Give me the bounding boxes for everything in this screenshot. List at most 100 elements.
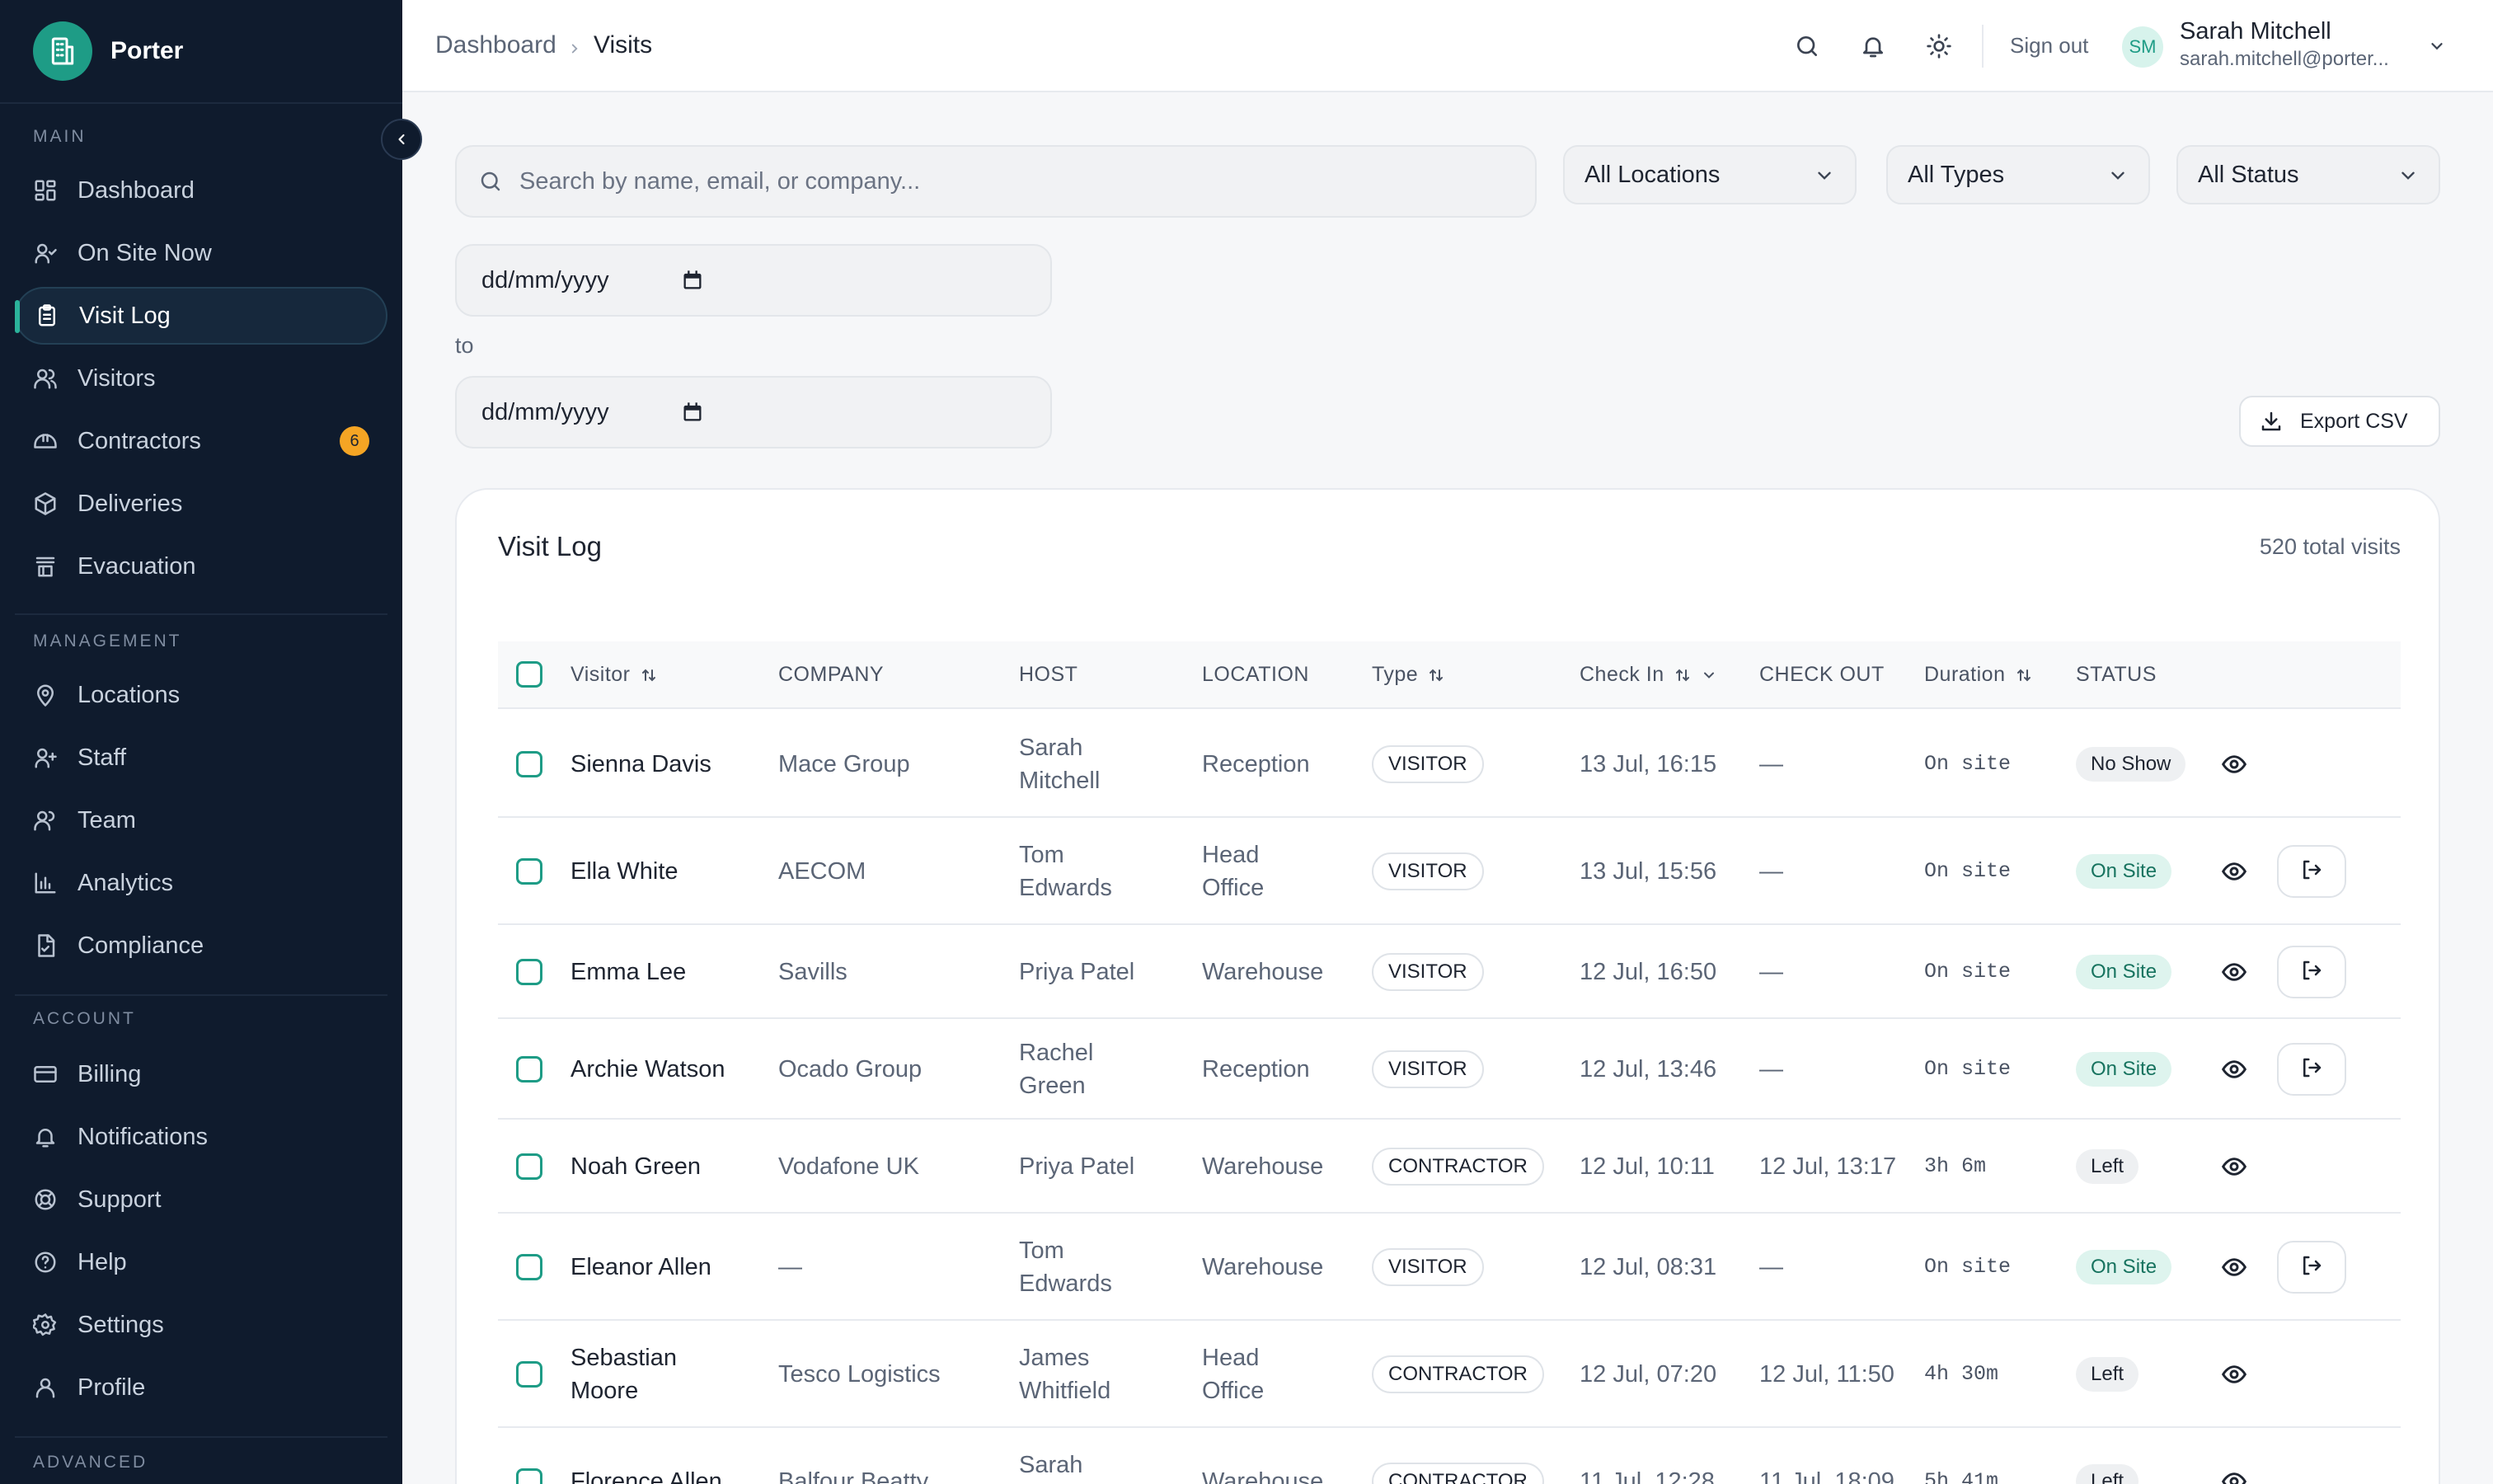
view-icon[interactable]	[2218, 1358, 2251, 1391]
search-icon[interactable]	[1791, 30, 1824, 63]
location-cell-line: Reception	[1202, 751, 1310, 777]
sidebar-item-deliveries[interactable]: Deliveries	[15, 475, 387, 533]
table-row[interactable]: Eleanor Allen — Tom Edwards Warehouse VISITOR…	[498, 1214, 2401, 1321]
company-cell: —	[778, 1254, 802, 1280]
location-cell: Warehouse	[1202, 1465, 1323, 1484]
table-row[interactable]: Sebastian Moore Tesco Logistics James Whitfi…	[498, 1321, 2401, 1428]
table-row[interactable]: Florence Allen Balfour Beatty SarahMitchel…	[498, 1428, 2401, 1484]
sort-icon	[1426, 665, 1446, 685]
sidebar-item-visit-log[interactable]: Visit Log	[15, 287, 387, 345]
sidebar-item-label: Visitors	[77, 364, 156, 392]
table-row[interactable]: Noah Green Vodafone UK Priya Patel Warehous…	[498, 1120, 2401, 1214]
row-checkbox[interactable]	[516, 1468, 542, 1484]
check-out-button[interactable]	[2277, 845, 2346, 898]
view-icon[interactable]	[2218, 956, 2251, 989]
view-icon[interactable]	[2218, 1251, 2251, 1284]
export-csv-label: Export CSV	[2300, 409, 2408, 433]
row-checkbox[interactable]	[516, 1153, 542, 1180]
check-out-button[interactable]	[2277, 1241, 2346, 1294]
view-icon[interactable]	[2218, 1150, 2251, 1183]
date-to-field[interactable]: dd/mm/yyyy	[455, 376, 1052, 448]
sidebar-item-label: Support	[77, 1186, 162, 1213]
search-box[interactable]	[455, 145, 1537, 218]
status-filter-select[interactable]: All Status	[2176, 145, 2440, 204]
chevron-down-icon[interactable]	[2420, 30, 2453, 63]
sidebar-item-evacuation[interactable]: Evacuation	[15, 538, 387, 595]
sidebar-item-help[interactable]: Help	[15, 1233, 387, 1291]
sidebar-item-staff[interactable]: Staff	[15, 729, 387, 787]
status-badge: On Site	[2076, 1250, 2172, 1284]
location-cell-line: Reception	[1202, 1056, 1310, 1082]
view-icon[interactable]	[2218, 855, 2251, 888]
sign-out-button[interactable]: Sign out	[2010, 33, 2088, 59]
check-out-button[interactable]	[2277, 1043, 2346, 1096]
sidebar-item-billing[interactable]: Billing	[15, 1045, 387, 1103]
table-row[interactable]: Sienna Davis Mace Group Sarah Mitchell Recep…	[498, 711, 2401, 818]
avatar[interactable]: SM	[2122, 26, 2163, 68]
breadcrumb-dashboard[interactable]: Dashboard	[435, 31, 556, 59]
row-checkbox[interactable]	[516, 858, 542, 885]
sidebar-item-on-site-now[interactable]: On Site Now	[15, 224, 387, 282]
sidebar-item-visitors[interactable]: Visitors	[15, 350, 387, 407]
search-input[interactable]	[519, 167, 1426, 195]
sidebar-divider	[15, 1436, 387, 1438]
users-icon	[33, 366, 58, 391]
th-visitor[interactable]: Visitor	[570, 663, 659, 687]
check-out-button[interactable]	[2277, 946, 2346, 998]
evacuation-icon	[33, 554, 58, 579]
sidebar-item-locations[interactable]: Locations	[15, 666, 387, 724]
sidebar-item-compliance[interactable]: Compliance	[15, 917, 387, 974]
row-checkbox[interactable]	[516, 1361, 542, 1388]
sidebar-item-analytics[interactable]: Analytics	[15, 854, 387, 912]
view-icon[interactable]	[2218, 1053, 2251, 1086]
row-checkbox[interactable]	[516, 1056, 542, 1082]
visitor-name: Florence Allen	[570, 1465, 722, 1484]
calendar-icon[interactable]	[681, 401, 704, 424]
th-type[interactable]: Type	[1372, 663, 1446, 687]
th-duration[interactable]: Duration	[1924, 663, 2034, 687]
chevron-down-icon	[2401, 171, 2415, 180]
view-icon[interactable]	[2218, 748, 2251, 781]
table-row[interactable]: Emma Lee Savills Priya Patel Warehouse VISIT…	[498, 925, 2401, 1019]
bell-icon[interactable]	[1857, 30, 1890, 63]
visitor-name: Eleanor Allen	[570, 1251, 711, 1284]
sidebar-item-dashboard[interactable]: Dashboard	[15, 162, 387, 219]
type-filter-select[interactable]: All Types	[1886, 145, 2150, 204]
th-check-in[interactable]: Check In	[1580, 663, 1717, 687]
export-csv-button[interactable]: Export CSV	[2239, 396, 2440, 447]
row-checkbox[interactable]	[516, 1254, 542, 1280]
sidebar-item-label: Staff	[77, 744, 127, 771]
sidebar-item-label: Team	[77, 806, 136, 834]
sidebar-item-settings[interactable]: Settings	[15, 1296, 387, 1354]
location-filter-select[interactable]: All Locations	[1563, 145, 1857, 204]
sidebar-item-team[interactable]: Team	[15, 791, 387, 849]
sidebar-item-label: Compliance	[77, 932, 204, 959]
collapse-sidebar-button[interactable]	[381, 119, 422, 160]
location-cell-line: Warehouse	[1202, 1468, 1324, 1484]
sidebar-item-support[interactable]: Support	[15, 1171, 387, 1228]
sidebar-item-profile[interactable]: Profile	[15, 1359, 387, 1416]
bell-icon	[33, 1125, 58, 1149]
location-cell-line: Head	[1202, 1345, 1260, 1371]
table-row[interactable]: Archie Watson Ocado Group Rachel Green Recep…	[498, 1019, 2401, 1120]
view-icon[interactable]	[2218, 1465, 2251, 1484]
th-location-label: LOCATION	[1202, 663, 1309, 686]
date-to-placeholder: dd/mm/yyyy	[481, 398, 609, 425]
check-in-time: 12 Jul, 07:20	[1580, 1361, 1717, 1388]
visitor-name: Emma Lee	[570, 956, 686, 989]
table-row[interactable]: Ella White AECOM Tom Edwards Head Office VISIT…	[498, 818, 2401, 925]
sidebar-item-contractors[interactable]: Contractors 6	[15, 412, 387, 470]
select-all-checkbox[interactable]	[516, 661, 542, 688]
row-checkbox[interactable]	[516, 751, 542, 777]
date-from-field[interactable]: dd/mm/yyyy	[455, 244, 1052, 317]
user-name[interactable]: Sarah Mitchell	[2180, 18, 2331, 45]
calendar-icon[interactable]	[681, 269, 704, 292]
sidebar-item-notifications[interactable]: Notifications	[15, 1108, 387, 1166]
total-visits-count: 520 total visits	[2259, 534, 2401, 559]
brand[interactable]: Porter	[0, 0, 402, 104]
row-checkbox[interactable]	[516, 959, 542, 985]
sidebar-item-label: Evacuation	[77, 552, 196, 580]
user-plus-icon	[33, 745, 58, 770]
sun-theme-icon[interactable]	[1923, 30, 1955, 63]
visitor-name: Archie Watson	[570, 1053, 725, 1086]
